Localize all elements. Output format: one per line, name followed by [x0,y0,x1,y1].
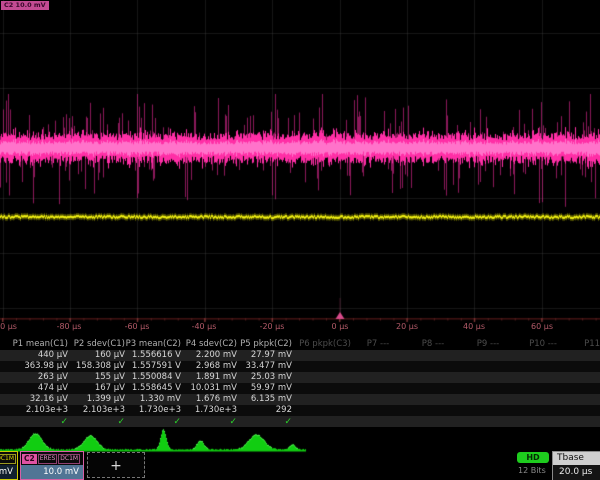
measure-column-header-unused[interactable]: P7 --- [350,339,406,350]
c2-eres-badge: ERES [38,454,58,464]
measure-column-header-unused[interactable]: P9 --- [460,339,516,350]
time-axis-tick-label: 20 µs [396,322,418,331]
add-trace-button[interactable]: + [87,452,145,478]
time-axis-tick-label: -40 µs [192,322,217,331]
measure-cell: 25.03 mV [220,372,292,383]
measure-status-check-icon: ✓ [8,416,68,428]
c2-label: C2 [22,454,37,464]
measure-status-check-icon: ✓ [177,416,237,428]
time-axis-tick-label: 0 µs [332,322,349,331]
measure-column-header-unused[interactable]: P8 --- [405,339,461,350]
hd-bits-label: 12 Bits [518,466,546,475]
time-axis-tick-label: 40 µs [463,322,485,331]
measure-cell: 59.97 mV [220,383,292,394]
timebase-descriptor[interactable]: Tbase 20.0 µs [552,451,600,480]
measure-column-header[interactable]: P5 pkpk(C2) [232,339,292,350]
oscilloscope-screen: C2 10.0 mV -100 µs -80 µs -60 µs -40 µs -20 … [0,0,600,480]
measure-column-header[interactable]: P1 mean(C1) [8,339,68,350]
time-axis-tick-label: -100 µs [0,322,17,331]
time-axis-tick-label: 60 µs [531,322,553,331]
c1-vertical-scale: 10.0 mV [0,465,17,479]
measure-column-header-unused[interactable]: P11 --- [570,339,600,350]
time-axis-tick-label: -80 µs [57,322,82,331]
time-axis-tick-label: -20 µs [260,322,285,331]
c1-coupling-badge: DC1M [0,454,16,464]
timebase-scale: 20.0 µs [553,465,600,480]
measure-status-check-icon: ✓ [65,416,125,428]
measure-column-header[interactable]: P3 mean(C2) [121,339,181,350]
timebase-title: Tbase [553,452,600,465]
measure-column-header[interactable]: P2 sdev(C1) [65,339,125,350]
measure-status-check-icon: ✓ [232,416,292,428]
measure-cell: 292 [220,405,292,416]
hd-mode-badge[interactable]: HD [517,452,549,463]
measure-cell: 33.477 mV [220,361,292,372]
measure-cell: 27.97 mV [220,350,292,361]
channel-descriptor-c1[interactable]: DC1M 10.0 mV [0,451,18,480]
c2-vertical-scale: 10.0 mV [21,465,83,479]
trace-badge-c2[interactable]: C2 10.0 mV [1,1,49,10]
time-axis-tick-label: -60 µs [125,322,150,331]
measure-column-header-unused[interactable]: P6 pkpk(C3) [297,339,353,350]
measure-status-check-icon: ✓ [121,416,181,428]
channel-descriptor-c2[interactable]: C2 ERES DC1M 10.0 mV [20,451,84,480]
measure-column-header-unused[interactable]: P10 --- [515,339,571,350]
measure-cell: 6.135 mV [220,394,292,405]
c2-coupling-badge: DC1M [58,454,80,464]
measure-column-header[interactable]: P4 sdev(C2) [177,339,237,350]
